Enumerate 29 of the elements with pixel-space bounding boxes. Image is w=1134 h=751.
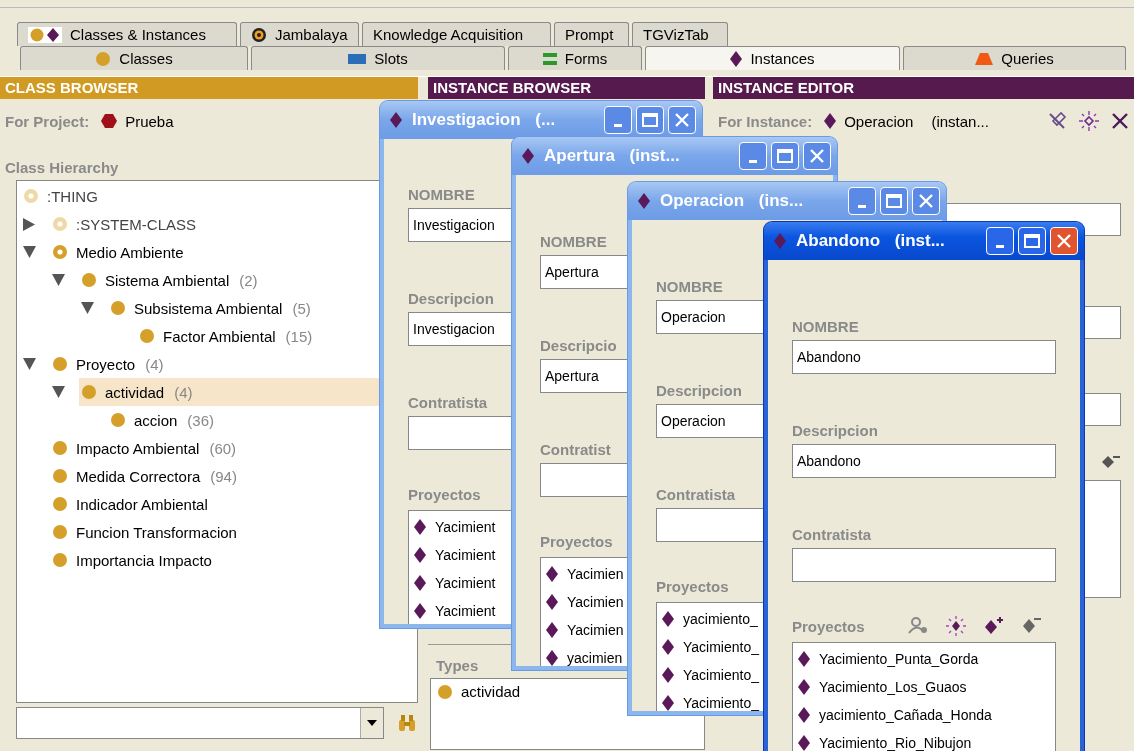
field-label: Contratist (540, 441, 611, 459)
field-label: Descripcion (792, 422, 878, 440)
field-label: Descripcio (540, 337, 617, 355)
panel-header: CLASS BROWSER (0, 77, 418, 99)
field-label: Contratista (792, 526, 872, 544)
section-label: Types (435, 657, 479, 674)
project-label: For Project: (5, 112, 90, 130)
field-label: NOMBRE (408, 186, 475, 204)
field-label: Descripcion (408, 290, 494, 308)
panel-header: INSTANCE BROWSER (428, 77, 705, 99)
section-label: Class Hierarchy (4, 159, 120, 176)
field-label: Proyectos (656, 578, 729, 596)
panel-header: INSTANCE EDITOR (713, 77, 1134, 99)
window-title: Apertura (inst... (544, 146, 681, 166)
field-label: NOMBRE (656, 278, 723, 296)
window-title: Abandono (inst... (796, 231, 946, 251)
field-label: Proyectos (540, 533, 613, 551)
instance-name: Operacion (844, 112, 914, 130)
window-title: Operacion (ins... (660, 191, 805, 211)
field-label: NOMBRE (792, 318, 859, 336)
project-name: Prueba (125, 112, 174, 130)
field-label: NOMBRE (540, 233, 607, 251)
field-label: Proyectos (792, 618, 865, 636)
window-title: Investigacion (... (412, 110, 557, 130)
instance-type: (instan... (931, 112, 989, 130)
field-label: Descripcion (656, 382, 742, 400)
field-label: Proyectos (408, 486, 481, 504)
instance-label: For Instance: (718, 112, 813, 130)
field-label: Contratista (656, 486, 736, 504)
